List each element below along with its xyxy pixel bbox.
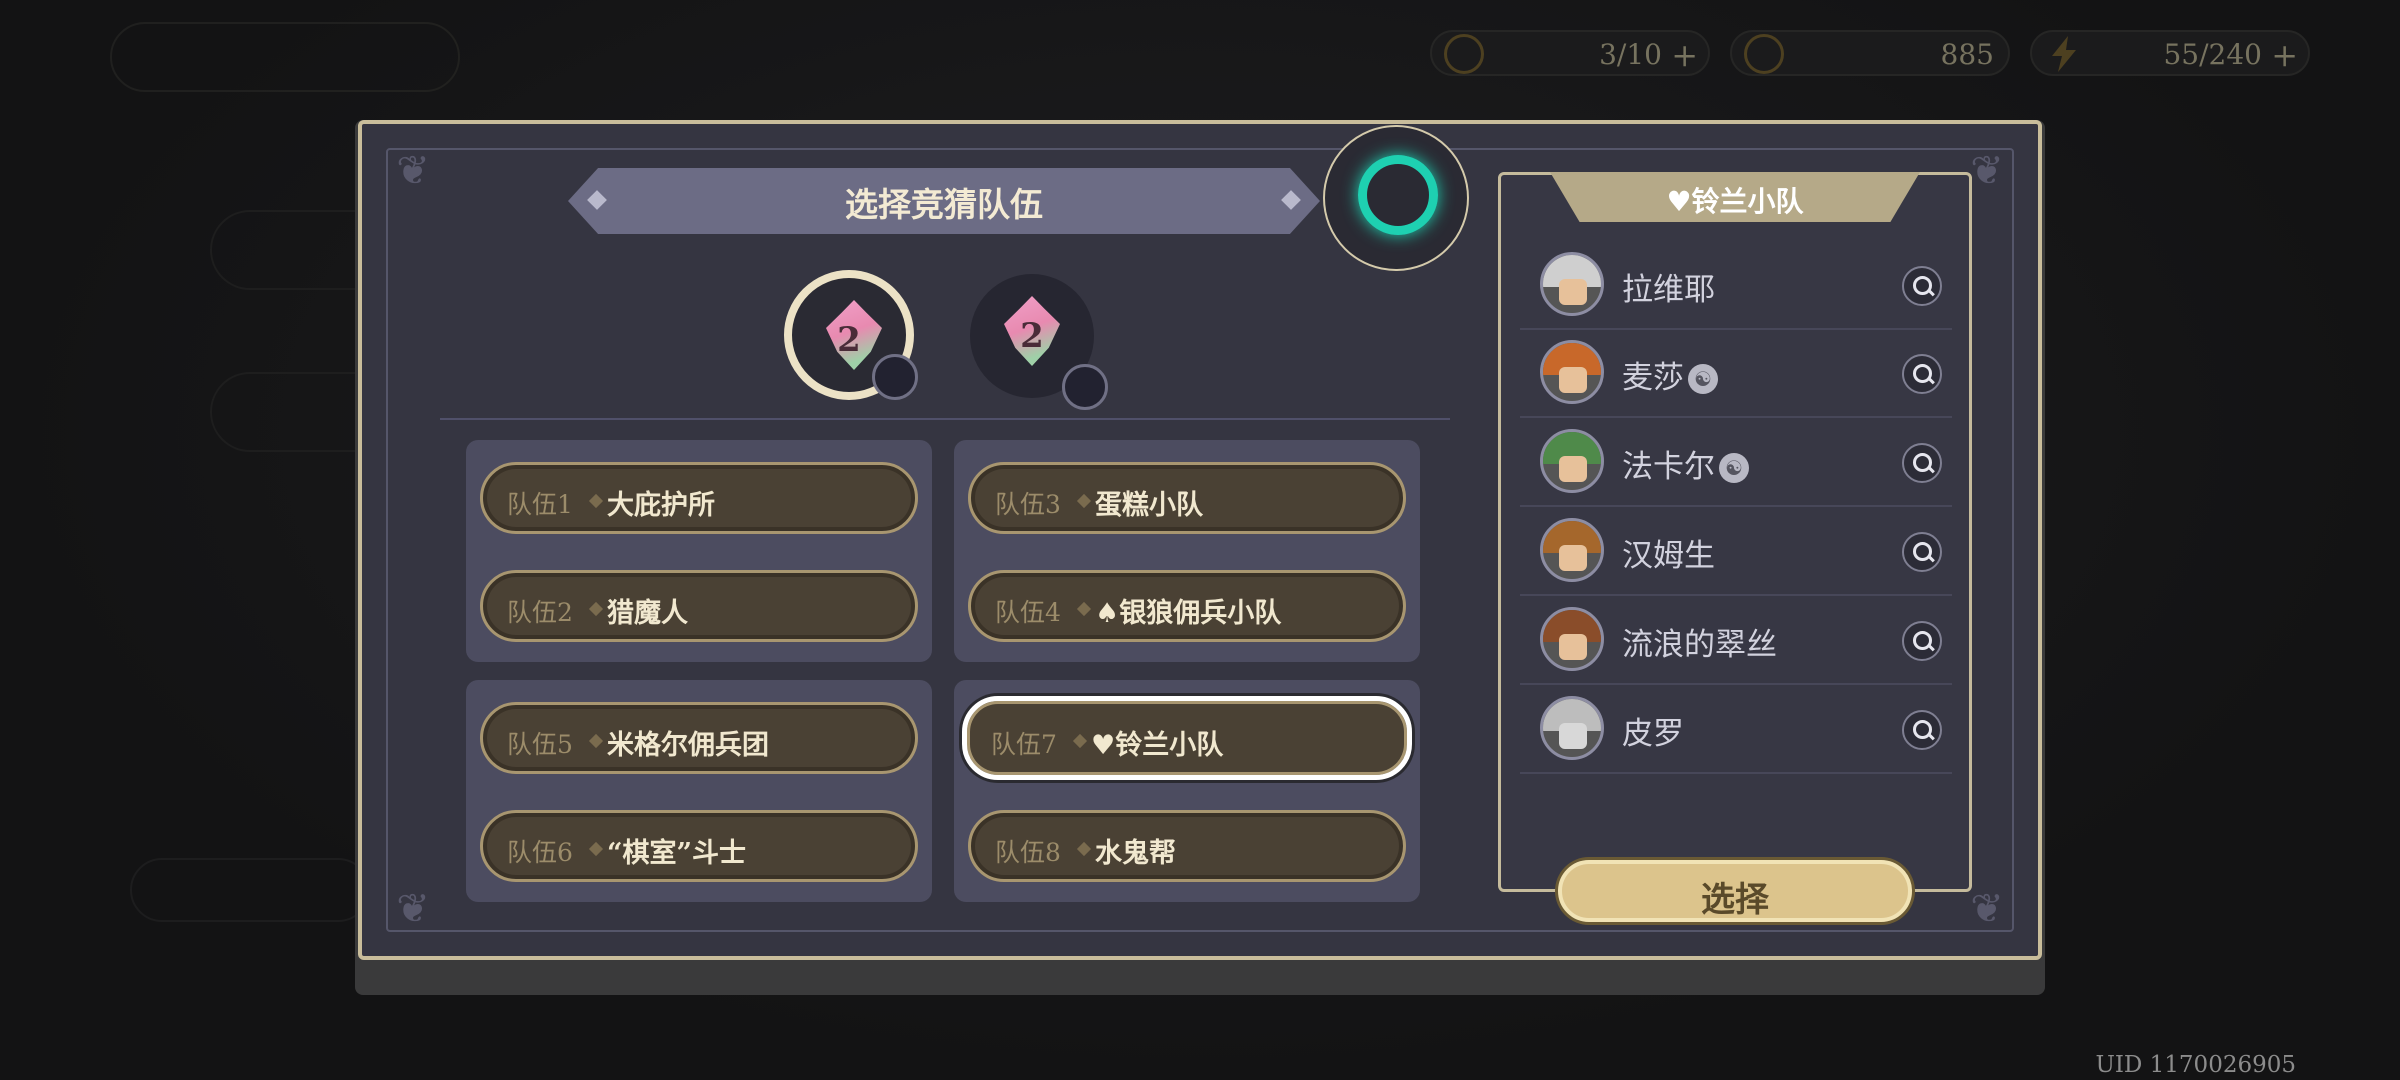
- roster-team-tab: ♥铃兰小队: [1550, 172, 1920, 222]
- uid-label: UID 1170026905: [2095, 1052, 2296, 1078]
- team-button-5[interactable]: 队伍5 米格尔佣兵团: [480, 702, 918, 774]
- member-name-text: 麦莎: [1622, 360, 1684, 396]
- member-row-3: 法卡尔 ☯: [1520, 419, 1952, 507]
- team-button-1[interactable]: 队伍1 大庇护所: [480, 462, 918, 534]
- team-button-8[interactable]: 队伍8 水鬼帮: [968, 810, 1406, 882]
- select-button[interactable]: 选择: [1558, 860, 1912, 922]
- team-name: ♥铃兰小队: [1091, 730, 1224, 761]
- plus-icon[interactable]: +: [2271, 36, 2298, 74]
- token-number: 2: [1020, 316, 1044, 356]
- resource-value: 55/240: [2163, 38, 2262, 71]
- team-name: “棋室”斗士: [607, 838, 747, 869]
- coin-icon: [1744, 34, 1784, 74]
- avatar[interactable]: [1540, 252, 1604, 316]
- avatar[interactable]: [1540, 340, 1604, 404]
- separator-icon: [588, 733, 604, 749]
- team-button-7[interactable]: 队伍7 ♥铃兰小队: [962, 696, 1412, 780]
- search-icon[interactable]: [1902, 710, 1942, 750]
- team-name: ♠银狼佣兵小队: [1095, 598, 1282, 629]
- separator-icon: [1076, 841, 1092, 857]
- dialog-title: 选择竞猜队伍: [845, 185, 1043, 224]
- resource-stamina[interactable]: 3/10 +: [1430, 30, 1710, 76]
- corner-ornament-icon: ❦: [1970, 886, 2004, 932]
- team-tag: 队伍4: [995, 598, 1061, 627]
- portal-button[interactable]: [1323, 125, 1469, 271]
- team-name: 米格尔佣兵团: [607, 730, 769, 761]
- member-name: 皮罗: [1622, 716, 1684, 752]
- corner-ornament-icon: ❦: [396, 148, 430, 194]
- search-icon[interactable]: [1902, 266, 1942, 306]
- corner-ornament-icon: ❦: [396, 886, 430, 932]
- member-name: 法卡尔 ☯: [1622, 441, 1749, 486]
- member-row-4: 汉姆生: [1520, 508, 1952, 596]
- token-badge: [872, 354, 918, 400]
- team-button-6[interactable]: 队伍6 “棋室”斗士: [480, 810, 918, 882]
- card-icon: [1444, 34, 1484, 74]
- team-button-2[interactable]: 队伍2 猎魔人: [480, 570, 918, 642]
- separator-icon: [1076, 493, 1092, 509]
- group-token-2[interactable]: 2: [970, 274, 1108, 410]
- avatar[interactable]: [1540, 607, 1604, 671]
- token-badge: [1062, 364, 1108, 410]
- team-group-a: 队伍1 大庇护所 队伍2 猎魔人: [466, 440, 932, 662]
- avatar[interactable]: [1540, 518, 1604, 582]
- separator-icon: [1076, 601, 1092, 617]
- roster-team-name: ♥铃兰小队: [1666, 185, 1804, 218]
- search-icon[interactable]: [1902, 354, 1942, 394]
- background-title-frame: [110, 22, 460, 92]
- rune-mark-icon: ☯: [1719, 453, 1749, 483]
- team-tag: 队伍8: [995, 838, 1061, 867]
- dialog-title-banner: 选择竞猜队伍: [568, 168, 1320, 234]
- avatar[interactable]: [1540, 696, 1604, 760]
- member-name: 流浪的翠丝: [1622, 627, 1777, 663]
- portal-ring-icon: [1358, 155, 1438, 235]
- member-name: 麦莎 ☯: [1622, 352, 1718, 397]
- resource-energy[interactable]: 55/240 +: [2030, 30, 2310, 76]
- resource-coins: 885: [1730, 30, 2010, 76]
- member-name-text: 法卡尔: [1622, 449, 1715, 485]
- team-name: 猎魔人: [607, 598, 688, 629]
- plus-icon[interactable]: +: [1671, 36, 1698, 74]
- team-tag: 队伍5: [507, 730, 573, 759]
- team-button-3[interactable]: 队伍3 蛋糕小队: [968, 462, 1406, 534]
- search-icon[interactable]: [1902, 443, 1942, 483]
- divider: [440, 418, 1450, 420]
- member-row-1: 拉维耶: [1520, 242, 1952, 330]
- separator-icon: [588, 841, 604, 857]
- resource-value: 3/10: [1599, 38, 1662, 71]
- resource-value: 885: [1940, 38, 1994, 71]
- member-row-6: 皮罗: [1520, 686, 1952, 774]
- member-row-2: 麦莎 ☯: [1520, 330, 1952, 418]
- separator-icon: [1072, 733, 1088, 749]
- member-name: 拉维耶: [1622, 272, 1715, 308]
- separator-icon: [588, 493, 604, 509]
- member-name: 汉姆生: [1622, 538, 1715, 574]
- team-tag: 队伍7: [991, 730, 1057, 759]
- select-button-label: 选择: [1701, 880, 1769, 920]
- search-icon[interactable]: [1902, 621, 1942, 661]
- rune-mark-icon: ☯: [1688, 364, 1718, 394]
- team-group-d: 队伍7 ♥铃兰小队 队伍8 水鬼帮: [954, 680, 1420, 902]
- avatar[interactable]: [1540, 429, 1604, 493]
- team-name: 大庇护所: [607, 490, 715, 521]
- member-row-5: 流浪的翠丝: [1520, 597, 1952, 685]
- team-tag: 队伍6: [507, 838, 573, 867]
- lightning-icon: [2044, 34, 2084, 74]
- team-group-b: 队伍3 蛋糕小队 队伍4 ♠银狼佣兵小队: [954, 440, 1420, 662]
- team-tag: 队伍1: [507, 490, 573, 519]
- team-name: 水鬼帮: [1095, 838, 1176, 869]
- group-token-1[interactable]: 2: [784, 270, 918, 400]
- search-icon[interactable]: [1902, 532, 1942, 572]
- team-name: 蛋糕小队: [1095, 490, 1203, 521]
- team-tag: 队伍3: [995, 490, 1061, 519]
- separator-icon: [588, 601, 604, 617]
- team-group-c: 队伍5 米格尔佣兵团 队伍6 “棋室”斗士: [466, 680, 932, 902]
- team-button-4[interactable]: 队伍4 ♠银狼佣兵小队: [968, 570, 1406, 642]
- background-pill: [130, 858, 370, 922]
- team-tag: 队伍2: [507, 598, 573, 627]
